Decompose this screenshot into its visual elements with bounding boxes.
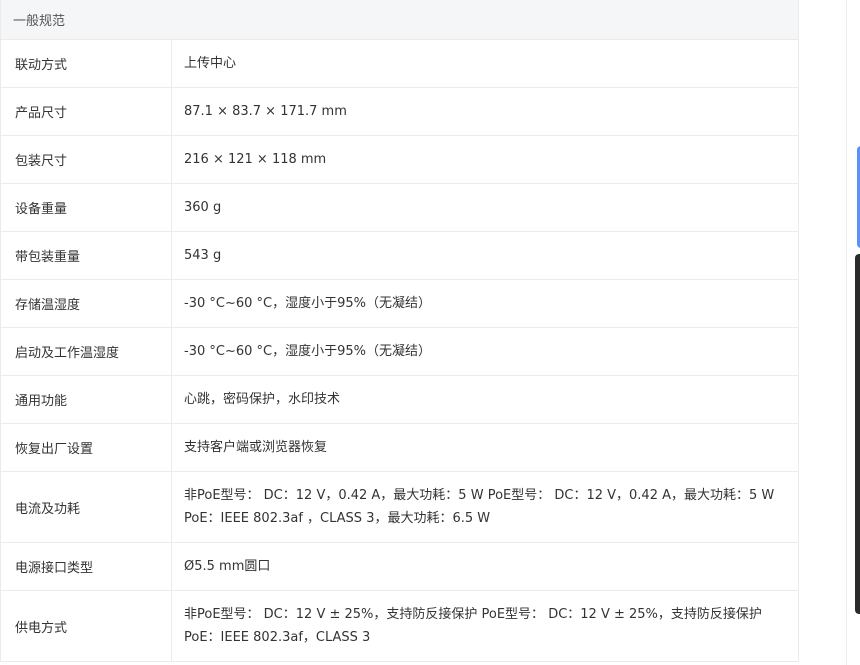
spec-row-product-size: 产品尺寸 87.1 × 83.7 × 171.7 mm (1, 88, 798, 136)
spec-label: 产品尺寸 (1, 88, 172, 135)
spec-row-power-connector: 电源接口类型 Ø5.5 mm圆口 (1, 543, 798, 591)
spec-row-linkage: 联动方式 上传中心 (1, 40, 798, 88)
spec-label: 带包装重量 (1, 232, 172, 279)
spec-row-operating-temp: 启动及工作温湿度 -30 °C~60 °C，湿度小于95%（无凝结） (1, 328, 798, 376)
spec-value: Ø5.5 mm圆口 (184, 559, 271, 574)
spec-label: 设备重量 (1, 184, 172, 231)
spec-value: 非PoE型号： DC：12 V，0.42 A，最大功耗：5 W PoE型号： D… (184, 488, 775, 526)
spec-label: 电源接口类型 (1, 543, 172, 590)
spec-row-device-weight: 设备重量 360 g (1, 184, 798, 232)
spec-value: 360 g (184, 200, 222, 215)
spec-value: 543 g (184, 248, 222, 263)
spec-label: 恢复出厂设置 (1, 424, 172, 471)
spec-value: 心跳，密码保护，水印技术 (184, 392, 341, 407)
spec-value: 上传中心 (184, 56, 237, 71)
spec-row-power-consumption: 电流及功耗 非PoE型号： DC：12 V，0.42 A，最大功耗：5 W Po… (1, 472, 798, 543)
spec-label: 存储温湿度 (1, 280, 172, 327)
spec-row-package-size: 包装尺寸 216 × 121 × 118 mm (1, 136, 798, 184)
spec-value: 216 × 121 × 118 mm (184, 152, 327, 167)
spec-value: 87.1 × 83.7 × 171.7 mm (184, 104, 347, 119)
spec-row-factory-reset: 恢复出厂设置 支持客户端或浏览器恢复 (1, 424, 798, 472)
spec-row-storage-temp: 存储温湿度 -30 °C~60 °C，湿度小于95%（无凝结） (1, 280, 798, 328)
spec-value: 支持客户端或浏览器恢复 (184, 440, 328, 455)
spec-label: 包装尺寸 (1, 136, 172, 183)
spec-value: -30 °C~60 °C，湿度小于95%（无凝结） (184, 344, 431, 359)
spec-label: 供电方式 (1, 591, 172, 661)
spec-label: 启动及工作温湿度 (1, 328, 172, 375)
spec-row-power-supply: 供电方式 非PoE型号： DC：12 V ± 25%，支持防反接保护 PoE型号… (1, 591, 798, 662)
spec-label: 联动方式 (1, 40, 172, 87)
spec-label: 通用功能 (1, 376, 172, 423)
spec-label: 电流及功耗 (1, 472, 172, 542)
section-header: 一般规范 (1, 0, 798, 40)
spec-row-general-functions: 通用功能 心跳，密码保护，水印技术 (1, 376, 798, 424)
spec-table: 一般规范 联动方式 上传中心 产品尺寸 87.1 × 83.7 × 171.7 … (0, 0, 799, 662)
spec-value: 非PoE型号： DC：12 V ± 25%，支持防反接保护 PoE型号： DC：… (184, 607, 762, 645)
spec-row-package-weight: 带包装重量 543 g (1, 232, 798, 280)
side-float-toolbar[interactable] (855, 254, 860, 614)
spec-value: -30 °C~60 °C，湿度小于95%（无凝结） (184, 296, 431, 311)
section-title: 一般规范 (13, 14, 66, 29)
